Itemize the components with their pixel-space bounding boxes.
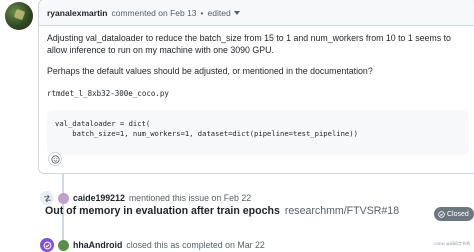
close-text: closed this as completed on Mar 22 bbox=[126, 240, 265, 250]
commenter-avatar[interactable] bbox=[5, 2, 33, 30]
comment-author[interactable]: ryanalexmartin bbox=[47, 8, 107, 18]
cross-reference-icon bbox=[40, 191, 54, 205]
referenced-issue-repo[interactable]: researchmm/FTVSR#18 bbox=[285, 205, 399, 217]
comment-paragraph-1: Adjusting val_dataloader to reduce the b… bbox=[47, 33, 451, 55]
chevron-down-icon bbox=[233, 10, 240, 15]
mention-text: mentioned this issue on Feb 22 bbox=[128, 193, 252, 203]
closed-state-badge: Closed bbox=[434, 207, 474, 221]
mention-event: caide199212 mentioned this issue on Feb … bbox=[40, 191, 251, 205]
closer-avatar[interactable] bbox=[58, 239, 69, 251]
comment-body: Adjusting val_dataloader to reduce the b… bbox=[39, 26, 474, 155]
comment-box: ryanalexmartin commented on Feb 13 • edi… bbox=[38, 0, 474, 174]
closed-state-label: Closed bbox=[447, 210, 469, 218]
smiley-icon bbox=[50, 154, 60, 164]
inline-code-filename: rtmdet_l_8xb32-300e_coco.py bbox=[47, 89, 169, 98]
check-circle-icon bbox=[438, 210, 445, 218]
comment-action[interactable]: commented on Feb 13 bbox=[111, 8, 196, 18]
mentioner-avatar[interactable] bbox=[58, 192, 69, 204]
referenced-issue-title[interactable]: Out of memory in evaluation after train … bbox=[45, 205, 280, 217]
mention-user[interactable]: caide199212 bbox=[73, 193, 125, 203]
watermark: CSDN @码码字节鸡 bbox=[433, 241, 470, 246]
referenced-issue[interactable]: Out of memory in evaluation after train … bbox=[45, 205, 399, 217]
comment-header: ryanalexmartin commented on Feb 13 • edi… bbox=[39, 0, 474, 26]
add-reaction-button[interactable] bbox=[48, 152, 62, 166]
comment-paragraph-2: Perhaps the default values should be adj… bbox=[47, 66, 373, 76]
header-separator: • bbox=[200, 7, 204, 18]
edited-dropdown[interactable]: edited bbox=[208, 8, 240, 18]
code-block: val_dataloader = dict( batch_size=1, num… bbox=[47, 110, 469, 155]
edited-label: edited bbox=[207, 7, 231, 18]
close-user[interactable]: hhaAndroid bbox=[73, 240, 122, 250]
